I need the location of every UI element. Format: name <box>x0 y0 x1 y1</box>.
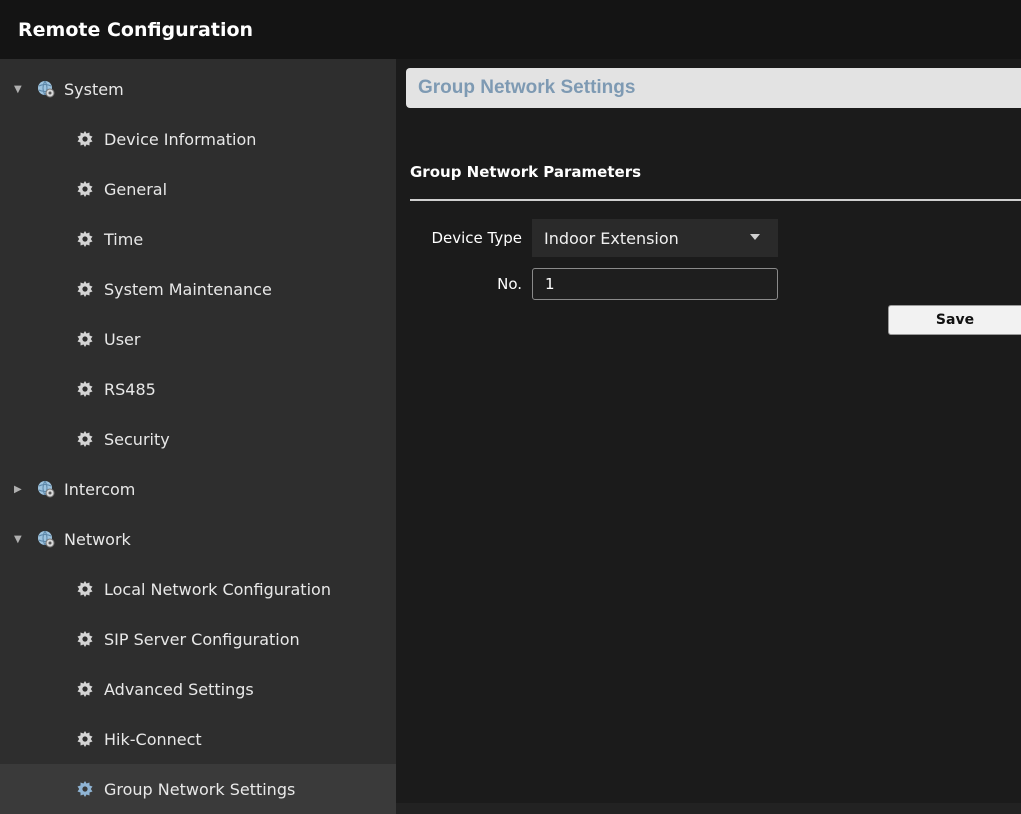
sidebar-group-network[interactable]: ▼ Network <box>0 514 396 564</box>
window-title: Remote Configuration <box>0 0 1021 59</box>
sidebar-item-label: Security <box>104 429 170 449</box>
sidebar-item-label: System Maintenance <box>104 279 272 299</box>
sidebar-item-hik-connect[interactable]: Hik-Connect <box>0 714 396 764</box>
gear-icon <box>77 631 93 647</box>
sidebar-item-label: RS485 <box>104 379 156 399</box>
no-label: No. <box>497 275 522 293</box>
device-type-select[interactable]: Indoor Extension <box>532 219 778 257</box>
gear-icon <box>77 281 93 297</box>
gear-icon <box>77 331 93 347</box>
sidebar-group-intercom[interactable]: ▶ Intercom <box>0 464 396 514</box>
sidebar-item-group-network-settings[interactable]: Group Network Settings <box>0 764 396 814</box>
sidebar-item-rs485[interactable]: RS485 <box>0 364 396 414</box>
no-input[interactable] <box>532 268 778 300</box>
sidebar-item-label: Hik-Connect <box>104 729 202 749</box>
section-divider <box>410 199 1021 201</box>
sidebar-item-label: Local Network Configuration <box>104 579 331 599</box>
section-title: Group Network Parameters <box>410 163 642 181</box>
content-panel: Group Network Settings Group Network Par… <box>396 59 1021 803</box>
panel-title: Group Network Settings <box>406 68 1021 108</box>
sidebar-item-label: General <box>104 179 168 199</box>
sidebar-item-system-maintenance[interactable]: System Maintenance <box>0 264 396 314</box>
gear-icon <box>77 431 93 447</box>
sidebar-item-user[interactable]: User <box>0 314 396 364</box>
sidebar-item-label: Time <box>104 229 144 249</box>
save-button[interactable]: Save <box>888 305 1021 335</box>
sidebar-group-system[interactable]: ▼ System <box>0 64 396 114</box>
device-type-label: Device Type <box>431 229 522 247</box>
sidebar-item-label: User <box>104 329 141 349</box>
dropdown-caret-icon <box>750 234 760 240</box>
globe-gear-icon <box>38 480 55 498</box>
sidebar-item-label: Network <box>64 529 131 549</box>
sidebar-item-label: SIP Server Configuration <box>104 629 300 649</box>
gear-icon <box>77 681 93 697</box>
sidebar-item-sip-server-configuration[interactable]: SIP Server Configuration <box>0 614 396 664</box>
sidebar-item-label: Group Network Settings <box>104 779 296 799</box>
gear-icon <box>77 131 93 147</box>
collapse-arrow-icon[interactable]: ▶ <box>14 484 36 495</box>
expand-arrow-icon[interactable]: ▼ <box>14 84 36 95</box>
gear-icon <box>77 781 93 797</box>
gear-icon <box>77 181 93 197</box>
expand-arrow-icon[interactable]: ▼ <box>14 534 36 545</box>
sidebar-item-security[interactable]: Security <box>0 414 396 464</box>
sidebar-item-label: Intercom <box>64 479 136 499</box>
gear-icon <box>77 731 93 747</box>
globe-gear-icon <box>38 530 55 548</box>
sidebar-item-device-information[interactable]: Device Information <box>0 114 396 164</box>
sidebar-item-general[interactable]: General <box>0 164 396 214</box>
sidebar-item-label: Device Information <box>104 129 257 149</box>
gear-icon <box>77 381 93 397</box>
sidebar-item-label: System <box>64 79 124 99</box>
sidebar-item-local-network-configuration[interactable]: Local Network Configuration <box>0 564 396 614</box>
globe-gear-icon <box>38 80 55 98</box>
sidebar-item-advanced-settings[interactable]: Advanced Settings <box>0 664 396 714</box>
gear-icon <box>77 581 93 597</box>
sidebar-item-label: Advanced Settings <box>104 679 254 699</box>
sidebar-item-time[interactable]: Time <box>0 214 396 264</box>
device-type-value: Indoor Extension <box>544 228 679 248</box>
gear-icon <box>77 231 93 247</box>
sidebar-tree: ▼ System Device Information General Time <box>0 59 396 814</box>
